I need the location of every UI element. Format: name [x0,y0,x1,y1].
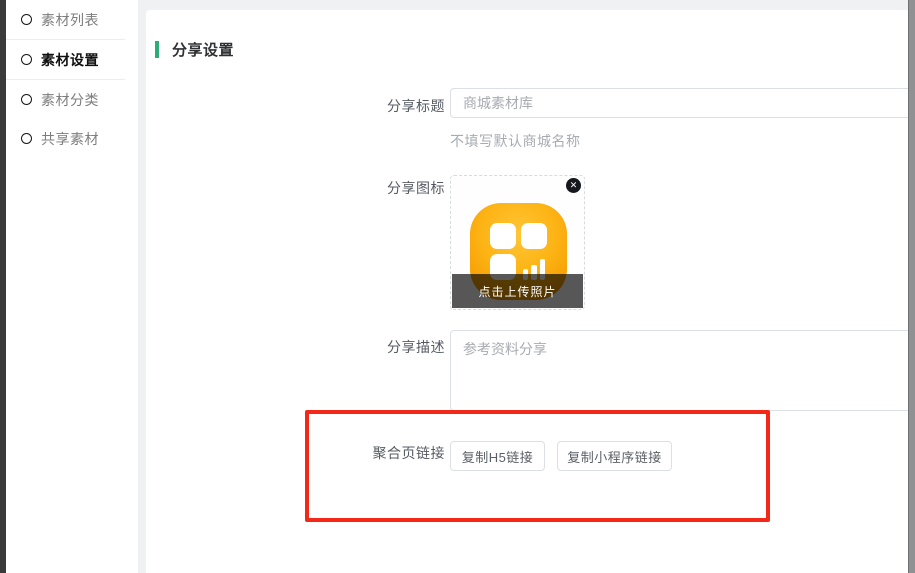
share-icon-label: 分享图标 [146,178,445,198]
share-title-hint: 不填写默认商城名称 [450,131,581,151]
sidebar-item-material-list[interactable]: 素材列表 [6,0,138,39]
copy-h5-link-button[interactable]: 复制H5链接 [450,441,545,471]
sidebar-item-shared-material[interactable]: 共享素材 [6,119,138,158]
upload-overlay[interactable]: 点击上传照片 [452,274,583,308]
section-header: 分享设置 [155,39,234,60]
app-icon-glyph [490,223,547,280]
icon-upload-box[interactable]: 点击上传照片 ✕ [450,175,585,310]
left-dark-rail [0,0,6,573]
circle-outline-icon [21,14,32,25]
sidebar-item-label: 共享素材 [41,129,99,149]
close-icon[interactable]: ✕ [566,178,581,193]
scrollbar[interactable] [908,0,915,573]
share-settings-card: 分享设置 分享标题 不填写默认商城名称 分享图标 点击上传照片 ✕ [146,10,915,573]
sidebar-item-label: 素材列表 [41,10,99,30]
circle-outline-icon [21,94,32,105]
share-desc-textarea[interactable] [450,330,915,411]
sidebar-item-label: 素材设置 [41,50,99,70]
sidebar: 素材列表 素材设置 素材分类 共享素材 [6,0,138,573]
share-title-input[interactable] [450,88,915,118]
sidebar-item-material-settings[interactable]: 素材设置 [6,40,138,79]
section-title: 分享设置 [172,39,234,60]
circle-outline-icon [21,54,32,65]
upload-overlay-label: 点击上传照片 [478,283,556,300]
accent-bar [155,41,159,58]
page: 素材列表 素材设置 素材分类 共享素材 分享设置 分享标题 不填写默认商城名称 … [0,0,915,573]
sidebar-item-material-category[interactable]: 素材分类 [6,80,138,119]
share-title-label: 分享标题 [146,96,445,116]
copy-miniprogram-link-button[interactable]: 复制小程序链接 [557,441,672,471]
aggregate-link-label: 聚合页链接 [146,443,445,463]
circle-outline-icon [21,133,32,144]
share-desc-label: 分享描述 [146,337,445,357]
sidebar-item-label: 素材分类 [41,90,99,110]
